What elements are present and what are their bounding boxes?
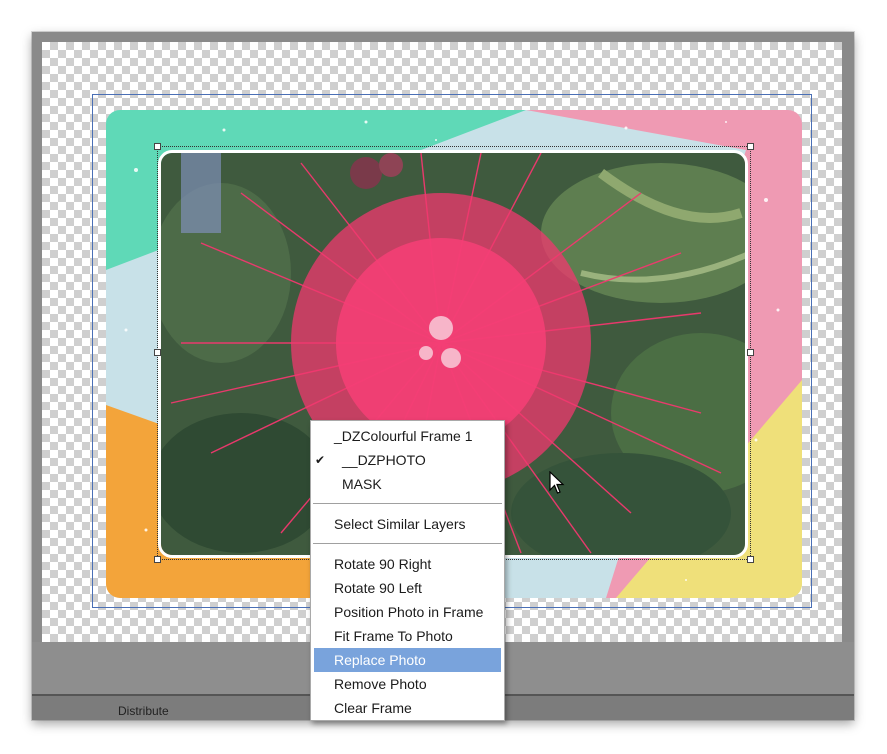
menu-item-label: Fit Frame To Photo xyxy=(334,628,453,644)
menu-item-replace-photo[interactable]: Replace Photo xyxy=(314,648,501,672)
resize-handle-bottom-right[interactable] xyxy=(747,556,754,563)
menu-item-label: Remove Photo xyxy=(334,676,427,692)
menu-separator xyxy=(313,543,502,544)
menu-item-colourful-frame[interactable]: _DZColourful Frame 1 xyxy=(311,424,504,448)
menu-item-label: Replace Photo xyxy=(334,652,426,668)
resize-handle-left[interactable] xyxy=(154,349,161,356)
menu-item-label: Select Similar Layers xyxy=(334,516,466,532)
mouse-pointer-icon xyxy=(549,470,565,500)
menu-item-label: Position Photo in Frame xyxy=(334,604,484,620)
menu-item-select-similar-layers[interactable]: Select Similar Layers xyxy=(311,512,504,536)
menu-item-rotate-90-left[interactable]: Rotate 90 Left xyxy=(311,576,504,600)
resize-handle-top-right[interactable] xyxy=(747,143,754,150)
context-menu: _DZColourful Frame 1 ✔ __DZPHOTO MASK Se… xyxy=(310,420,505,721)
menu-item-fit-frame-to-photo[interactable]: Fit Frame To Photo xyxy=(311,624,504,648)
menu-item-dzphoto[interactable]: ✔ __DZPHOTO xyxy=(311,448,504,472)
menu-item-label: Rotate 90 Right xyxy=(334,556,432,572)
checkmark-icon: ✔ xyxy=(315,453,326,467)
menu-item-mask[interactable]: MASK xyxy=(311,472,504,496)
menu-item-clear-frame[interactable]: Clear Frame xyxy=(311,696,504,720)
resize-handle-bottom-left[interactable] xyxy=(154,556,161,563)
menu-item-rotate-90-right[interactable]: Rotate 90 Right xyxy=(311,552,504,576)
menu-item-label: __DZPHOTO xyxy=(342,452,426,468)
menu-item-label: Rotate 90 Left xyxy=(334,580,422,596)
resize-handle-top-left[interactable] xyxy=(154,143,161,150)
menu-item-label: Clear Frame xyxy=(334,700,412,716)
menu-item-remove-photo[interactable]: Remove Photo xyxy=(311,672,504,696)
menu-separator xyxy=(313,503,502,504)
status-text: Distribute xyxy=(118,704,169,718)
menu-item-label: MASK xyxy=(342,476,382,492)
resize-handle-right[interactable] xyxy=(747,349,754,356)
menu-item-label: _DZColourful Frame 1 xyxy=(334,428,473,444)
menu-item-position-photo-in-frame[interactable]: Position Photo in Frame xyxy=(311,600,504,624)
